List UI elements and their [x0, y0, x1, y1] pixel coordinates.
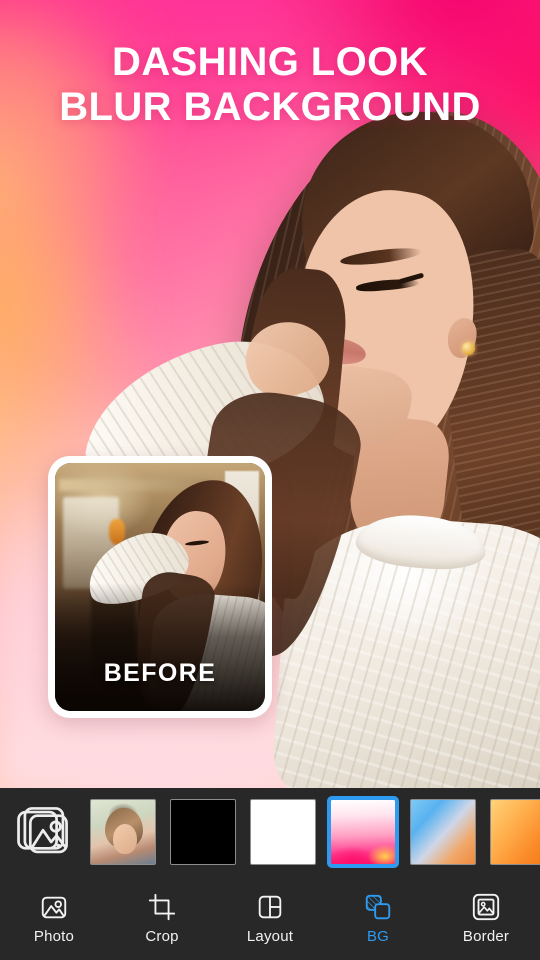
- border-icon: [472, 893, 500, 921]
- before-preview-card[interactable]: BEFORE: [48, 456, 272, 718]
- bg-thumbnail-black[interactable]: [170, 799, 236, 865]
- nav-label-border: Border: [462, 928, 510, 945]
- bg-thumbnail-orange[interactable]: [490, 799, 540, 865]
- gallery-stack-icon: [17, 807, 68, 854]
- nav-label-layout: Layout: [246, 928, 294, 945]
- bg-thumbnail-photo[interactable]: [90, 799, 156, 865]
- headline-line-1: DASHING LOOK: [112, 40, 428, 84]
- promo-headline: DASHING LOOK BLUR BACKGROUND: [0, 40, 540, 130]
- bottom-panel: Photo Crop Layout BG Border: [0, 788, 540, 960]
- nav-item-photo[interactable]: Photo: [0, 892, 108, 944]
- before-label: BEFORE: [103, 659, 217, 687]
- nav-item-border[interactable]: Border: [432, 892, 540, 944]
- nav-item-layout[interactable]: Layout: [216, 892, 324, 944]
- photo-preview-canvas[interactable]: DASHING LOOK BLUR BACKGROUND BEFORE: [0, 0, 540, 788]
- bg-thumbnail-pink[interactable]: [327, 796, 399, 868]
- photo-icon: [41, 896, 67, 919]
- before-photo: BEFORE: [55, 463, 265, 711]
- bg-thumbnail-white[interactable]: [250, 799, 316, 865]
- earring: [462, 342, 475, 355]
- app-root: DASHING LOOK BLUR BACKGROUND BEFORE Phot…: [0, 0, 540, 960]
- nav-item-crop[interactable]: Crop: [108, 892, 216, 944]
- before-bottom-shade: [55, 583, 265, 711]
- layout-icon: [258, 895, 282, 919]
- open-gallery-button[interactable]: [10, 799, 76, 865]
- nav-item-bg[interactable]: BG: [324, 892, 432, 944]
- headline-line-2: BLUR BACKGROUND: [59, 84, 481, 129]
- crop-icon: [148, 893, 176, 921]
- nav-label-bg: BG: [366, 928, 390, 945]
- nav-label-photo: Photo: [33, 928, 75, 945]
- nav-label-crop: Crop: [145, 928, 179, 945]
- bg-icon: [365, 894, 391, 920]
- background-thumbnail-strip[interactable]: [0, 788, 540, 876]
- bottom-navigation[interactable]: Photo Crop Layout BG Border: [0, 876, 540, 960]
- bg-thumbnail-blue[interactable]: [410, 799, 476, 865]
